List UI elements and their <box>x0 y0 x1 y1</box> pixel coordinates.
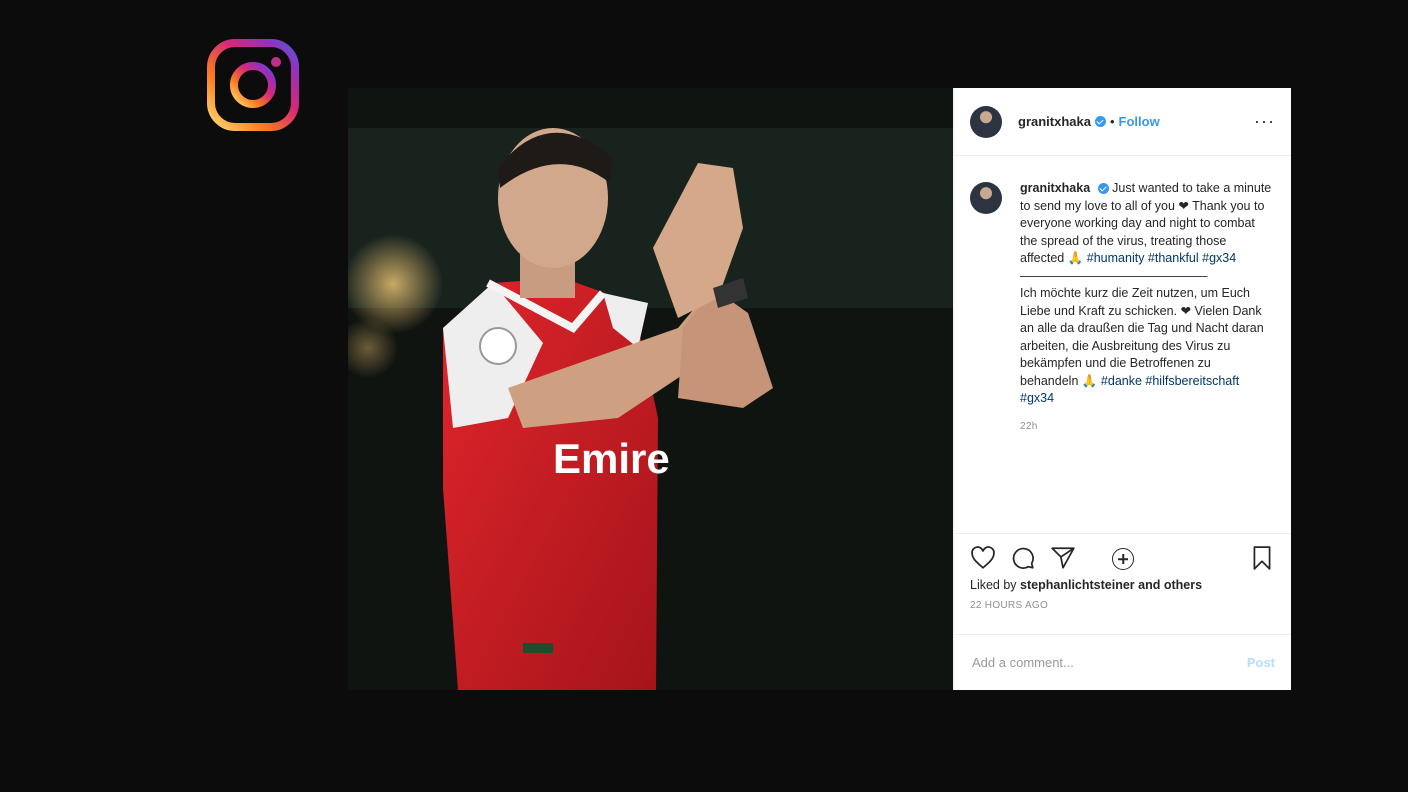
post-header: granitxhaka • Follow ··· <box>954 88 1291 156</box>
verified-badge-icon <box>1097 183 1109 195</box>
comment-icon[interactable] <box>1010 545 1036 571</box>
post-photo[interactable]: Emire <box>348 88 953 690</box>
caption-username[interactable]: granitxhaka <box>1020 181 1090 195</box>
verified-badge-icon <box>1094 116 1106 127</box>
hashtags-english[interactable]: #humanity #thankful #gx34 <box>1087 251 1236 265</box>
post-panel: granitxhaka • Follow ··· granitxhaka Jus… <box>953 88 1291 690</box>
separator-dot: • <box>1109 114 1115 129</box>
add-comment-input[interactable] <box>970 654 1247 671</box>
caption: granitxhaka Just wanted to take a minute… <box>1020 180 1272 435</box>
liked-by-others[interactable]: and others <box>1138 578 1202 592</box>
heart-icon[interactable] <box>970 545 996 571</box>
liked-by-prefix: Liked by <box>970 578 1017 592</box>
jersey-sponsor-text: Emire <box>553 435 670 482</box>
post-date: 22 HOURS AGO <box>970 600 1049 611</box>
caption-german: Ich möchte kurz die Zeit nutzen, um Euch… <box>1020 286 1264 388</box>
username[interactable]: granitxhaka <box>1018 114 1091 129</box>
avatar[interactable] <box>970 182 1002 214</box>
comment-area: granitxhaka Just wanted to take a minute… <box>954 156 1291 570</box>
caption-divider: ——————————————— <box>1020 268 1208 283</box>
bookmark-icon[interactable] <box>1249 545 1275 571</box>
avatar[interactable] <box>970 105 1002 138</box>
post-comment-button[interactable]: Post <box>1247 655 1275 670</box>
add-comment-bar: Post <box>954 634 1291 690</box>
caption-row: granitxhaka Just wanted to take a minute… <box>970 180 1275 435</box>
instagram-logo <box>206 38 300 132</box>
share-icon[interactable] <box>1050 545 1076 571</box>
more-icon[interactable]: ··· <box>1254 111 1275 132</box>
liked-by-user[interactable]: stephanlichtsteiner <box>1020 578 1135 592</box>
follow-button[interactable]: Follow <box>1119 114 1160 129</box>
liked-by: Liked by stephanlichtsteiner and others <box>954 572 1291 592</box>
load-more-icon[interactable] <box>1112 548 1134 570</box>
comment-time: 22h <box>1020 420 1038 432</box>
